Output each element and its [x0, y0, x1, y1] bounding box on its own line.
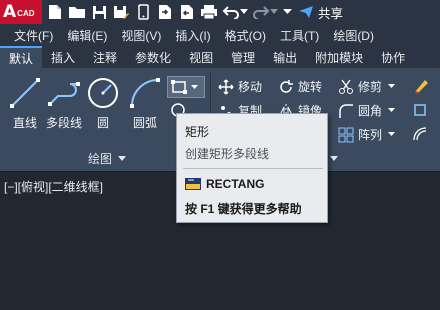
export-icon[interactable]	[178, 3, 196, 21]
array-icon	[338, 127, 354, 142]
tooltip-description: 创建矩形多段线	[185, 147, 270, 161]
fillet-dropdown-icon[interactable]	[388, 108, 396, 113]
customize-dropdown-icon[interactable]	[282, 3, 292, 21]
circle-tool[interactable]: 圆	[86, 76, 120, 131]
fillet-icon	[339, 103, 353, 118]
ribbon-tabs: 默认 插入 注释 参数化 视图 管理 输出 附加模块 协作	[0, 46, 440, 68]
menu-file[interactable]: 文件(F)	[14, 27, 53, 44]
tab-parametric[interactable]: 参数化	[126, 46, 180, 68]
eraser-icon	[414, 80, 428, 94]
arc-icon	[130, 78, 160, 108]
share-icon	[299, 6, 313, 18]
open-folder-icon[interactable]	[68, 3, 86, 21]
move-icon	[218, 78, 234, 95]
tab-output[interactable]: 输出	[264, 46, 306, 68]
offset-tool[interactable]	[412, 126, 432, 142]
save-as-icon[interactable]	[112, 3, 130, 21]
line-icon	[10, 78, 40, 108]
trim-tool[interactable]: 修剪	[338, 78, 399, 95]
tab-view[interactable]: 视图	[180, 46, 222, 68]
mobile-icon[interactable]	[134, 3, 152, 21]
menu-edit[interactable]: 编辑(E)	[67, 27, 107, 44]
rotate-tool[interactable]: 旋转	[278, 78, 322, 95]
menu-view[interactable]: 视图(V)	[121, 27, 161, 44]
rectangle-tooltip: 矩形 创建矩形多段线 RECTANG 按 F1 键获得更多帮助	[176, 113, 328, 223]
circle-icon	[88, 78, 118, 108]
tooltip-help: 按 F1 键获得更多帮助	[185, 202, 302, 216]
explode-tool[interactable]	[412, 102, 432, 118]
rotate-icon	[280, 79, 293, 93]
offset-icon	[413, 127, 427, 141]
array-label: 阵列	[358, 128, 383, 142]
new-file-icon[interactable]	[46, 3, 64, 21]
tab-manage[interactable]: 管理	[222, 46, 264, 68]
tab-insert[interactable]: 插入	[42, 46, 84, 68]
line-tool[interactable]: 直线	[8, 76, 42, 131]
menu-insert[interactable]: 插入(I)	[175, 27, 210, 44]
polyline-tool[interactable]: 多段线	[44, 76, 84, 131]
explode-icon	[414, 104, 426, 116]
fillet-label: 圆角	[358, 104, 383, 118]
arc-label: 圆弧	[132, 116, 157, 130]
draw-panel-label: 绘图	[88, 152, 113, 166]
share-button[interactable]: 共享	[298, 3, 343, 22]
app-logo-letter: A	[3, 2, 17, 22]
arc-tool[interactable]: 圆弧	[128, 76, 162, 131]
tooltip-command: RECTANG	[185, 177, 264, 191]
import-icon[interactable]	[156, 3, 174, 21]
app-logo-text: CAD	[17, 9, 35, 18]
tooltip-command-name: RECTANG	[206, 177, 265, 191]
command-line-icon	[185, 178, 201, 190]
menu-format[interactable]: 格式(O)	[225, 27, 266, 44]
menu-bar: 文件(F) 编辑(E) 视图(V) 插入(I) 格式(O) 工具(T) 绘图(D…	[0, 24, 440, 46]
move-tool[interactable]: 移动	[218, 78, 262, 95]
app-logo[interactable]: A CAD	[0, 0, 42, 24]
circle-label: 圆	[96, 116, 109, 130]
share-label: 共享	[318, 6, 344, 21]
array-dropdown-icon[interactable]	[388, 132, 396, 137]
menu-draw[interactable]: 绘图(D)	[333, 27, 374, 44]
quick-access-toolbar: A CAD 共享	[0, 0, 440, 24]
erase-tool[interactable]	[412, 78, 434, 94]
rectangle-dropdown-icon[interactable]	[190, 84, 198, 90]
chevron-down-icon	[118, 155, 127, 161]
tooltip-divider	[183, 168, 323, 169]
rotate-label: 旋转	[298, 80, 323, 94]
move-label: 移动	[238, 80, 263, 94]
save-icon[interactable]	[90, 3, 108, 21]
print-icon[interactable]	[200, 3, 218, 21]
polyline-label: 多段线	[45, 116, 82, 130]
undo-icon[interactable]	[222, 3, 240, 21]
tab-collaborate[interactable]: 协作	[372, 46, 414, 68]
tab-addins[interactable]: 附加模块	[306, 46, 372, 68]
draw-panel-title[interactable]: 绘图	[88, 150, 127, 167]
line-label: 直线	[12, 116, 37, 130]
tab-annotate[interactable]: 注释	[84, 46, 126, 68]
redo-icon[interactable]	[252, 3, 270, 21]
redo-dropdown-icon[interactable]	[270, 3, 278, 21]
viewport-controls[interactable]: [−][俯视][二维线框]	[4, 178, 103, 195]
fillet-tool[interactable]: 圆角	[338, 102, 399, 119]
undo-dropdown-icon[interactable]	[240, 3, 248, 21]
rectangle-tool[interactable]	[167, 76, 205, 98]
menu-tools[interactable]: 工具(T)	[280, 27, 319, 44]
chevron-down-icon	[330, 155, 339, 161]
rectangle-icon	[170, 80, 187, 94]
polyline-icon	[48, 82, 80, 106]
trim-dropdown-icon[interactable]	[388, 84, 396, 89]
array-tool[interactable]: 阵列	[338, 126, 399, 143]
tooltip-title: 矩形	[185, 125, 210, 139]
trim-label: 修剪	[358, 80, 383, 94]
tab-default[interactable]: 默认	[0, 46, 43, 68]
scissors-icon	[339, 79, 353, 94]
